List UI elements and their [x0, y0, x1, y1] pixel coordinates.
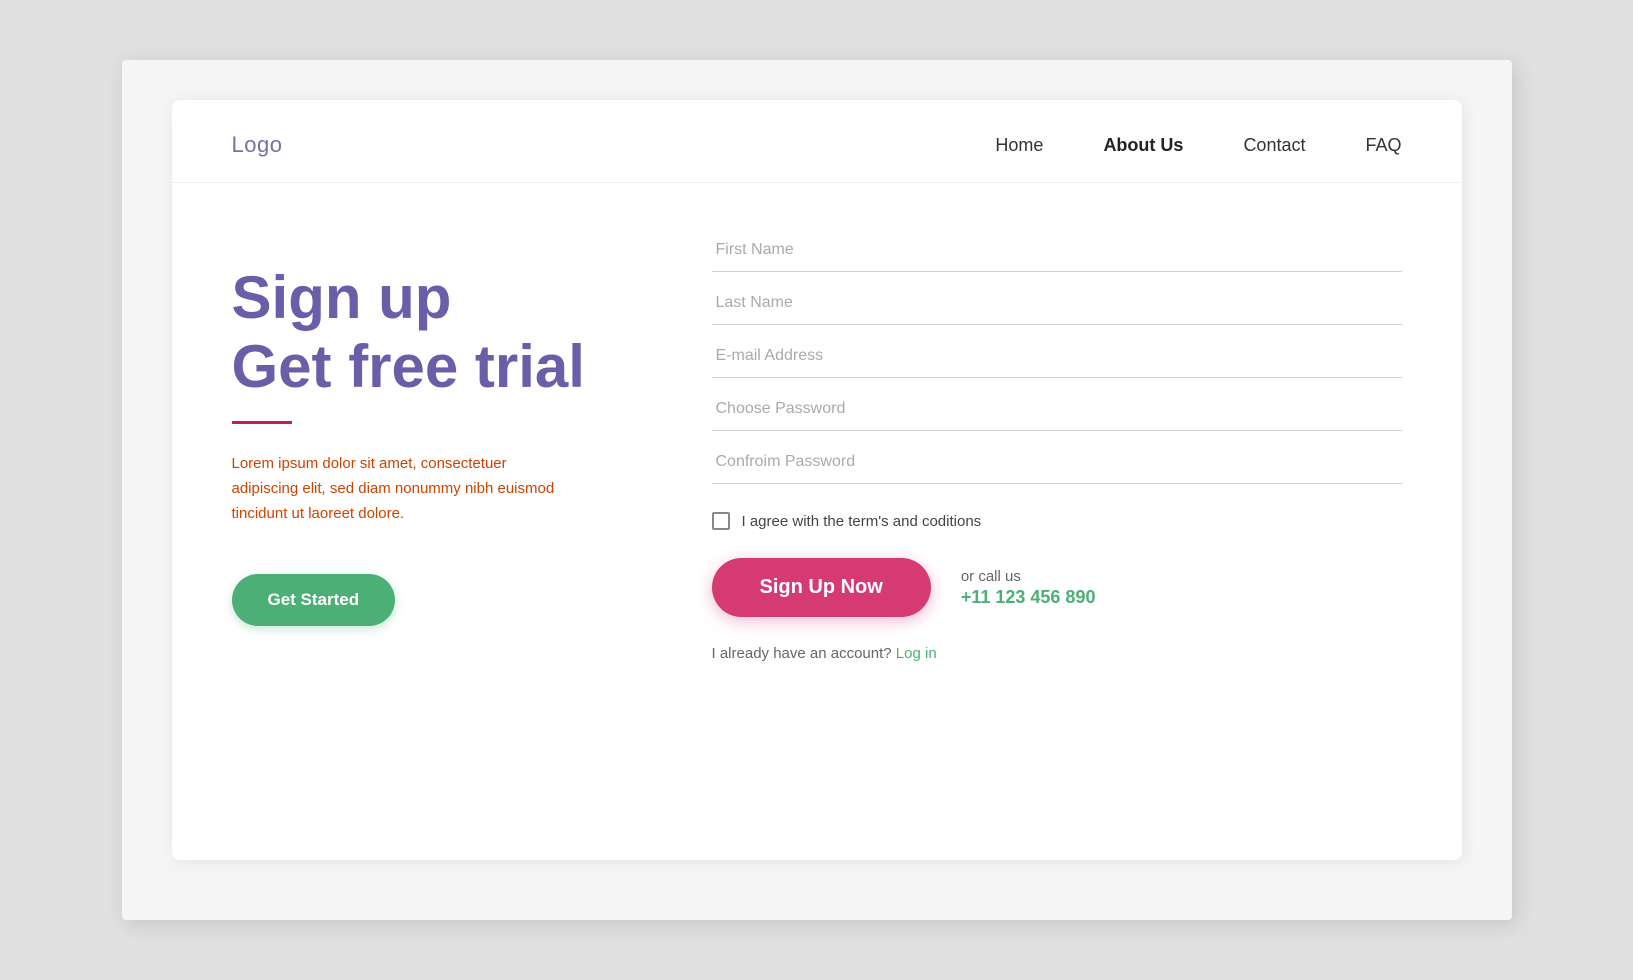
email-input[interactable]: [712, 329, 1402, 378]
nav-contact[interactable]: Contact: [1243, 135, 1305, 156]
hero-title-line2: Get free trial: [232, 333, 585, 400]
email-group: [712, 329, 1402, 378]
nav-about[interactable]: About Us: [1103, 135, 1183, 156]
signup-row: Sign Up Now or call us +11 123 456 890: [712, 558, 1402, 617]
login-link[interactable]: Log in: [896, 645, 937, 662]
get-started-button[interactable]: Get Started: [232, 574, 396, 626]
hero-title-line1: Sign up: [232, 264, 452, 331]
or-call-label: or call us: [961, 568, 1096, 585]
terms-checkbox[interactable]: [712, 512, 730, 530]
terms-row: I agree with the term's and coditions: [712, 512, 1402, 530]
nav-faq[interactable]: FAQ: [1365, 135, 1401, 156]
logo: Logo: [232, 132, 283, 158]
sign-up-button[interactable]: Sign Up Now: [712, 558, 931, 617]
page-wrapper: Logo Home About Us Contact FAQ Sign up G…: [122, 60, 1512, 920]
phone-number: +11 123 456 890: [961, 587, 1096, 608]
first-name-input[interactable]: [712, 223, 1402, 272]
first-name-group: [712, 223, 1402, 272]
hero-title: Sign up Get free trial: [232, 263, 652, 401]
hero-description: Lorem ipsum dolor sit amet, consectetuer…: [232, 452, 572, 526]
call-info: or call us +11 123 456 890: [961, 568, 1096, 608]
password-input[interactable]: [712, 382, 1402, 431]
nav-links: Home About Us Contact FAQ: [995, 135, 1401, 156]
confirm-password-group: [712, 435, 1402, 484]
main-content: Sign up Get free trial Lorem ipsum dolor…: [172, 183, 1462, 860]
left-panel: Sign up Get free trial Lorem ipsum dolor…: [232, 223, 652, 810]
right-panel: I agree with the term's and coditions Si…: [712, 223, 1402, 810]
last-name-group: [712, 276, 1402, 325]
confirm-password-input[interactable]: [712, 435, 1402, 484]
password-group: [712, 382, 1402, 431]
hero-divider: [232, 421, 292, 424]
login-row: I already have an account? Log in: [712, 645, 1402, 662]
main-card: Logo Home About Us Contact FAQ Sign up G…: [172, 100, 1462, 860]
last-name-input[interactable]: [712, 276, 1402, 325]
terms-label: I agree with the term's and coditions: [742, 513, 982, 530]
navbar: Logo Home About Us Contact FAQ: [172, 100, 1462, 183]
login-text: I already have an account?: [712, 645, 892, 662]
nav-home[interactable]: Home: [995, 135, 1043, 156]
